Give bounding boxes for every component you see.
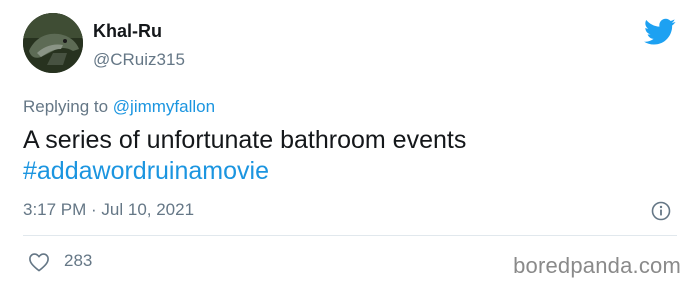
avatar-image [23,13,83,73]
reply-context: Replying to @jimmyfallon [23,97,215,117]
user-handle[interactable]: @CRuiz315 [93,50,185,70]
timestamp[interactable]: 3:17 PM · Jul 10, 2021 [23,200,194,220]
display-name[interactable]: Khal-Ru [93,21,162,42]
like-count: 283 [64,251,93,270]
avatar[interactable] [23,13,83,73]
heart-icon[interactable] [28,252,50,272]
tweet-text: A series of unfortunate bathroom events … [23,125,663,187]
reply-mention-link[interactable]: @jimmyfallon [113,97,215,116]
hashtag-link[interactable]: #addawordruinamovie [23,156,663,187]
info-icon[interactable] [651,201,671,221]
watermark: boredpanda.com [513,253,681,278]
reply-prefix: Replying to [23,97,109,116]
twitter-bird-icon[interactable] [644,18,676,46]
tweet-body: A series of unfortunate bathroom events [23,126,467,154]
divider [23,235,677,236]
